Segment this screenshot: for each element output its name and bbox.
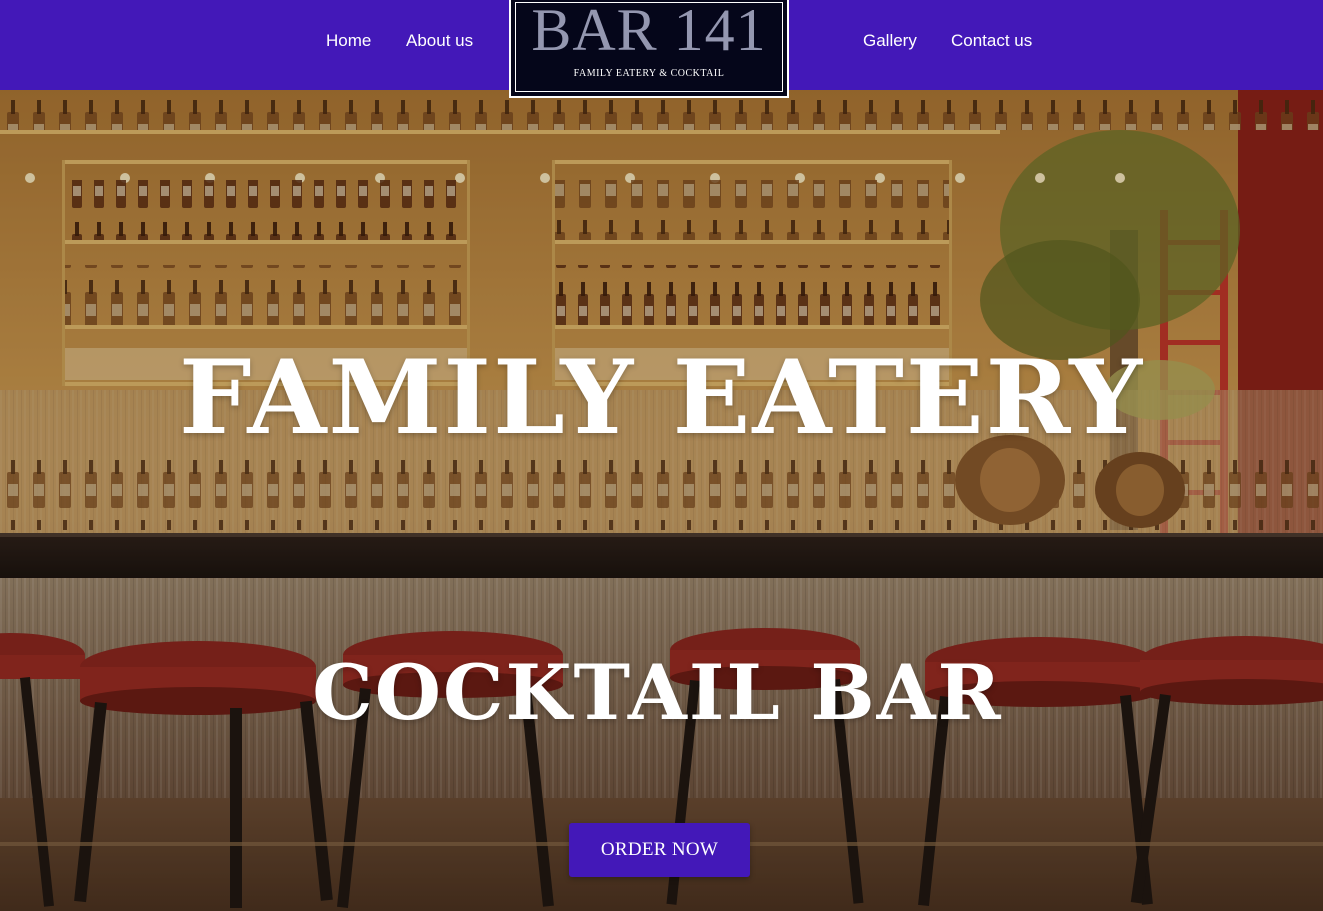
nav-link-about[interactable]: About us xyxy=(406,31,473,51)
hero-heading-family-eatery: FAMILY EATERY xyxy=(178,338,1145,458)
nav-link-gallery[interactable]: Gallery xyxy=(863,31,917,51)
hero-overlay xyxy=(0,90,1323,911)
logo-title: BAR 141 xyxy=(531,0,767,63)
nav-link-contact[interactable]: Contact us xyxy=(951,31,1032,51)
order-now-button[interactable]: ORDER NOW xyxy=(569,823,750,877)
logo-subtitle: FAMILY EATERY & COCKTAIL xyxy=(573,68,725,79)
nav-link-home[interactable]: Home xyxy=(326,31,371,51)
hero-section: FAMILY EATERY COCKTAIL BAR ORDER NOW xyxy=(0,90,1323,911)
hero-heading-cocktail-bar: COCKTAIL BAR xyxy=(312,648,1003,737)
site-logo[interactable]: BAR 141 FAMILY EATERY & COCKTAIL xyxy=(509,0,789,98)
